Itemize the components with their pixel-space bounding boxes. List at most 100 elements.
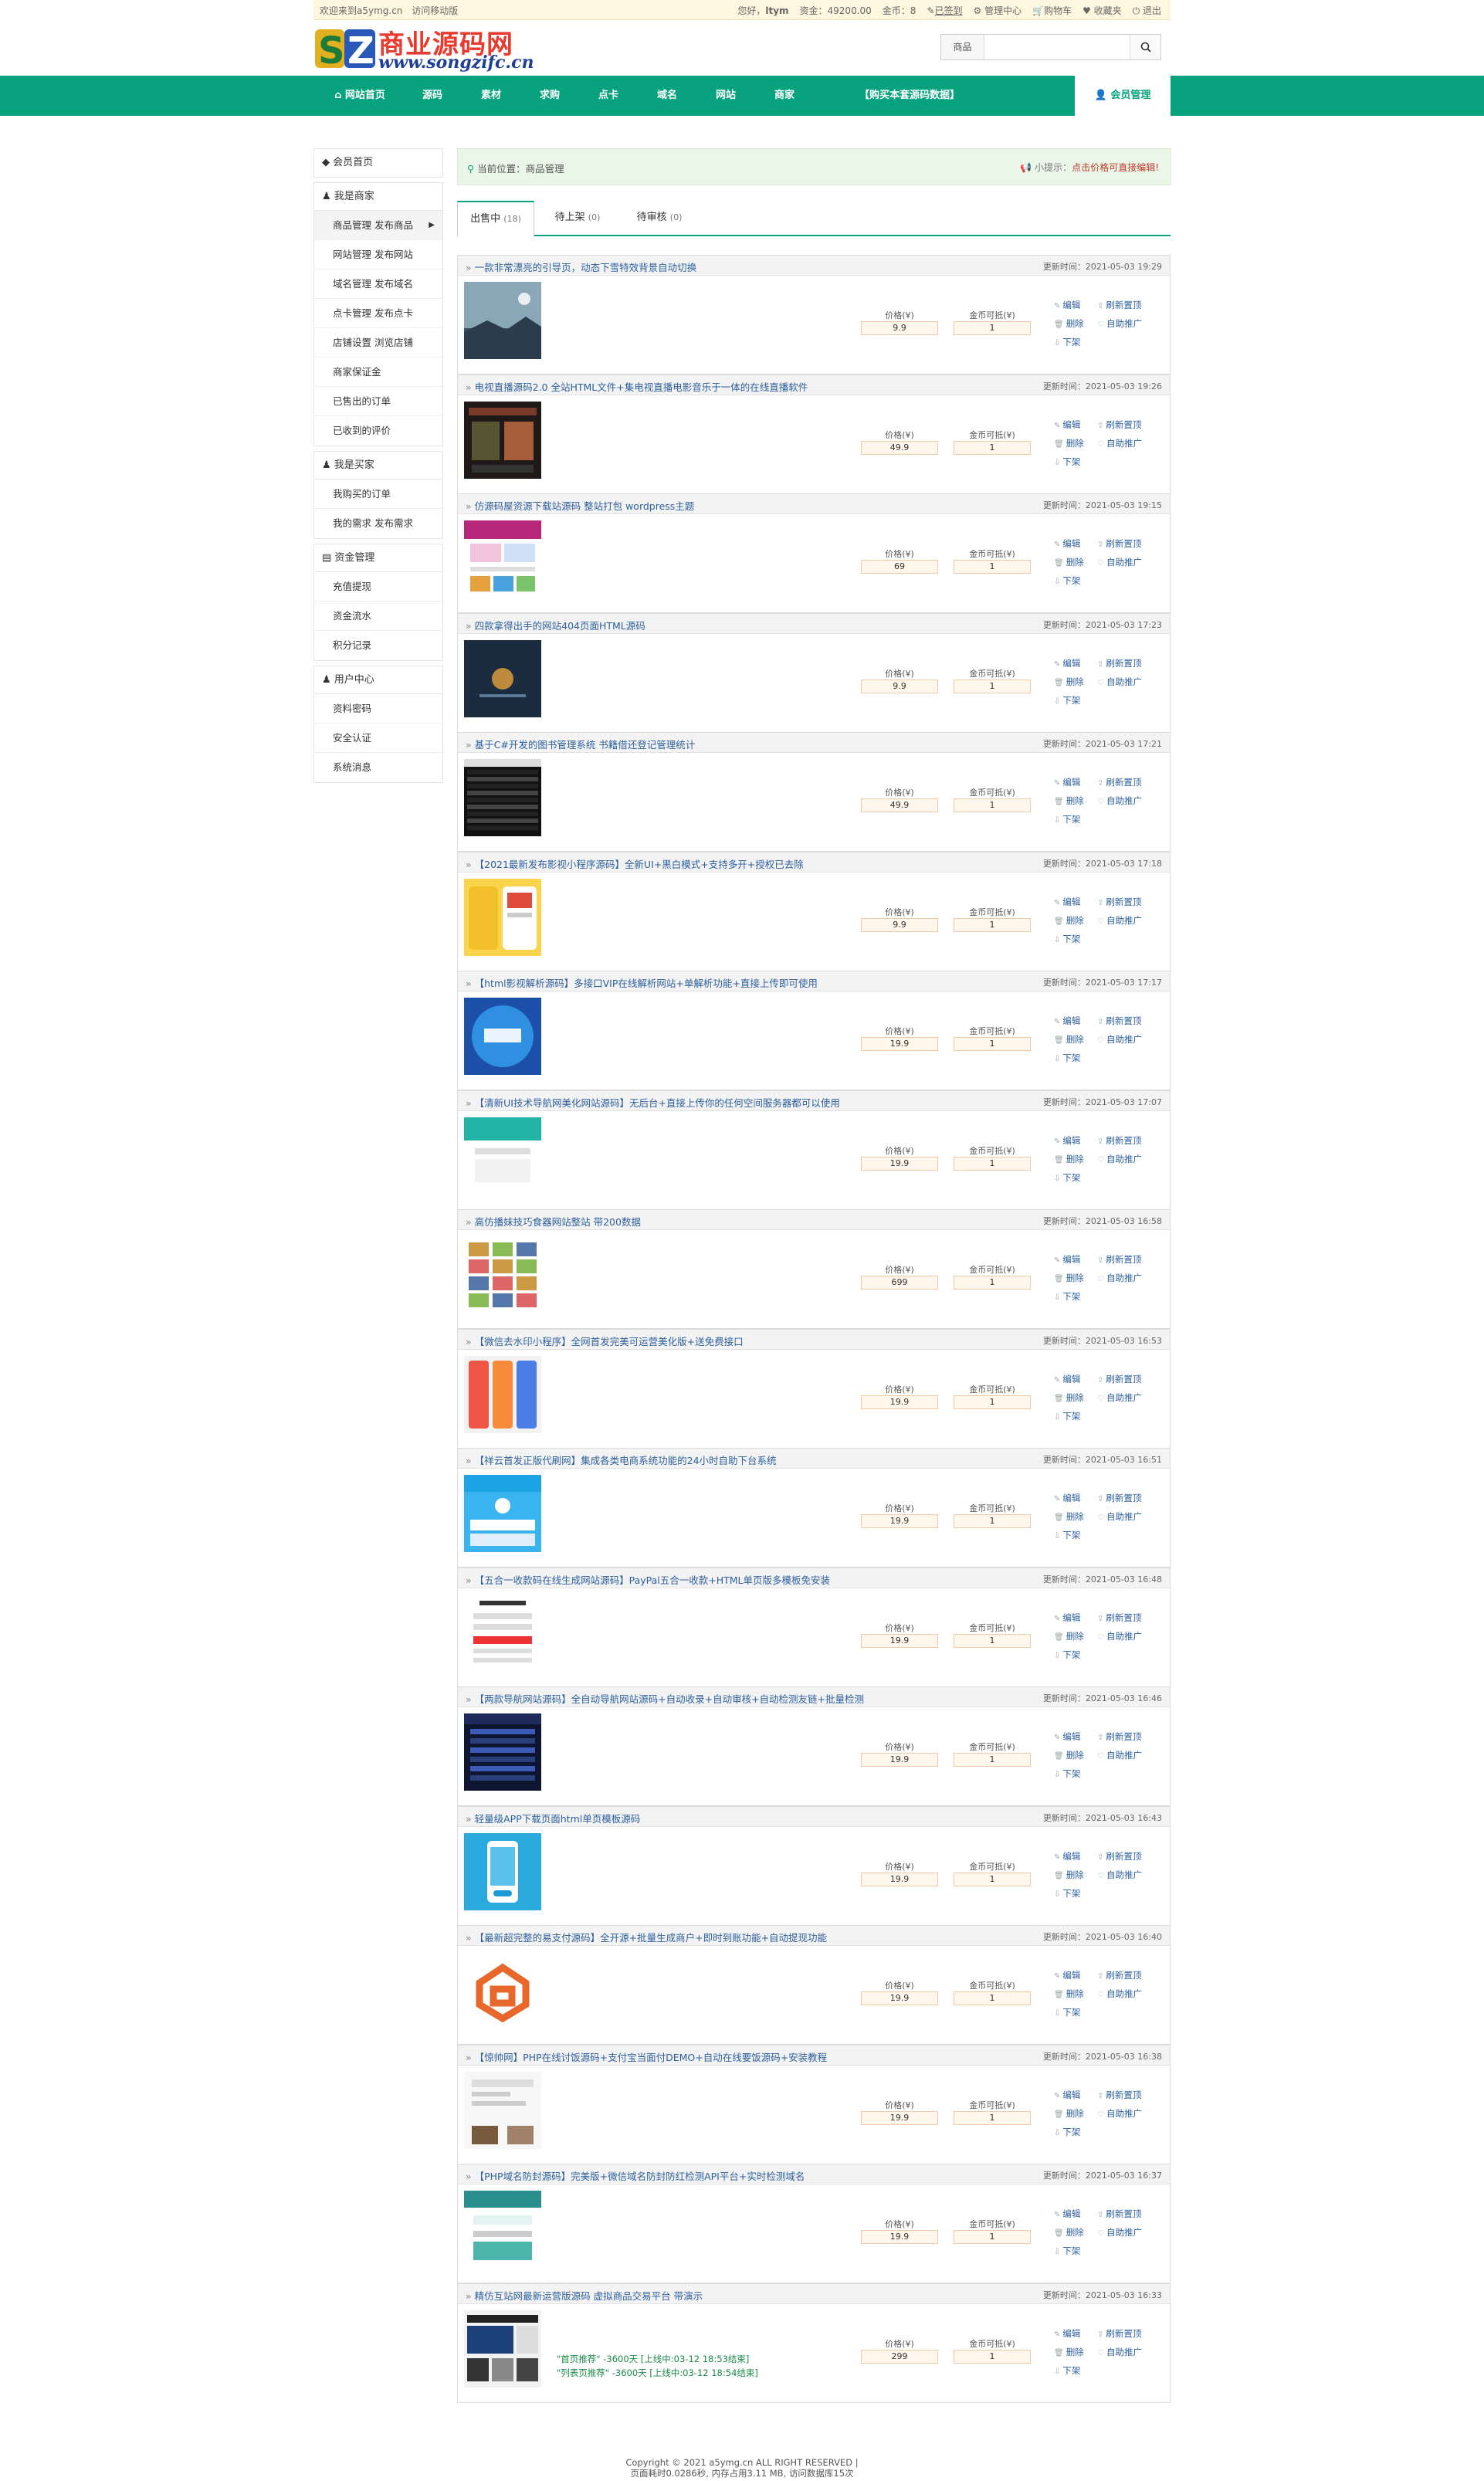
refresh-top-button[interactable]: ⇪ 刷新置顶 bbox=[1097, 1850, 1141, 1862]
refresh-top-button[interactable]: ⇪ 刷新置顶 bbox=[1097, 2089, 1141, 2101]
price-input[interactable]: 19.9 bbox=[861, 1633, 938, 1648]
product-thumbnail[interactable] bbox=[464, 1713, 541, 1791]
promote-button[interactable]: ♡ 自助推广 bbox=[1097, 2346, 1142, 2358]
product-thumbnail[interactable] bbox=[464, 759, 541, 836]
edit-button[interactable]: ✎ 编辑 bbox=[1054, 776, 1080, 788]
edit-button[interactable]: ✎ 编辑 bbox=[1054, 537, 1080, 550]
product-title-link[interactable]: » 仿源码屋资源下载站源码 整站打包 wordpress主题 bbox=[466, 498, 694, 513]
offshelf-button[interactable]: ⇩ 下架 bbox=[1054, 813, 1080, 825]
product-title-link[interactable]: » 【祥云首发正版代刷网】集成各类电商系统功能的24小时自助下台系统 bbox=[466, 1452, 777, 1467]
username[interactable]: ltym bbox=[765, 5, 788, 16]
product-title-link[interactable]: » 基于C#开发的图书管理系统 书籍借还登记管理统计 bbox=[466, 737, 695, 751]
cart-link[interactable]: 🛒购物车 bbox=[1032, 4, 1072, 17]
product-title-link[interactable]: » 【最新超完整的易支付源码】全开源+批量生成商户+即时到账功能+自动提现功能 bbox=[466, 1930, 827, 1944]
delete-button[interactable]: 🗑 删除 bbox=[1054, 795, 1084, 807]
refresh-top-button[interactable]: ⇪ 刷新置顶 bbox=[1097, 776, 1141, 788]
refresh-top-button[interactable]: ⇪ 刷新置顶 bbox=[1097, 896, 1141, 908]
offshelf-button[interactable]: ⇩ 下架 bbox=[1054, 1887, 1080, 1900]
sidebar-home[interactable]: ◆ 会员首页 bbox=[314, 149, 442, 177]
logout-link[interactable]: ⏻ 退出 bbox=[1133, 4, 1161, 17]
delete-button[interactable]: 🗑 删除 bbox=[1054, 1510, 1084, 1523]
nav-item-card[interactable]: 点卡 bbox=[585, 76, 632, 116]
promote-button[interactable]: ♡ 自助推广 bbox=[1097, 1033, 1142, 1046]
price-input[interactable]: 69 bbox=[861, 560, 938, 574]
edit-button[interactable]: ✎ 编辑 bbox=[1054, 2208, 1080, 2220]
sidebar-item-my-needs[interactable]: 我的需求 发布需求 bbox=[314, 509, 442, 538]
sidebar-item-fund-log[interactable]: 资金流水 bbox=[314, 602, 442, 631]
tab-on-sale[interactable]: 出售中 (18) bbox=[457, 201, 534, 238]
edit-button[interactable]: ✎ 编辑 bbox=[1054, 1850, 1080, 1862]
coin-input[interactable]: 1 bbox=[954, 798, 1031, 812]
refresh-top-button[interactable]: ⇪ 刷新置顶 bbox=[1097, 299, 1141, 311]
search-category-select[interactable]: 商品 bbox=[941, 35, 984, 59]
delete-button[interactable]: 🗑 删除 bbox=[1054, 317, 1084, 330]
product-title-link[interactable]: » 电视直播源码2.0 全站HTML文件+集电视直播电影音乐于一体的在线直播软件 bbox=[466, 379, 808, 394]
promote-button[interactable]: ♡ 自助推广 bbox=[1097, 437, 1142, 449]
coin-input[interactable]: 1 bbox=[954, 1872, 1031, 1886]
product-title-link[interactable]: » 【清新UI技术导航网美化网站源码】无后台+直接上传你的任何空间服务器都可以使… bbox=[466, 1095, 840, 1110]
coin-input[interactable]: 1 bbox=[954, 1514, 1031, 1528]
promote-button[interactable]: ♡ 自助推广 bbox=[1097, 1391, 1142, 1404]
promote-button[interactable]: ♡ 自助推广 bbox=[1097, 556, 1142, 568]
coin-input[interactable]: 1 bbox=[954, 679, 1031, 693]
sidebar-item-security[interactable]: 安全认证 bbox=[314, 724, 442, 753]
product-title-link[interactable]: » 【2021最新发布影视小程序源码】全新UI+黑白模式+支持多开+授权已去除 bbox=[466, 856, 804, 871]
price-input[interactable]: 49.9 bbox=[861, 440, 938, 455]
delete-button[interactable]: 🗑 删除 bbox=[1054, 437, 1084, 449]
offshelf-button[interactable]: ⇩ 下架 bbox=[1054, 2006, 1080, 2018]
delete-button[interactable]: 🗑 删除 bbox=[1054, 1988, 1084, 2000]
product-thumbnail[interactable] bbox=[464, 1832, 541, 1910]
delete-button[interactable]: 🗑 删除 bbox=[1054, 2346, 1084, 2358]
offshelf-button[interactable]: ⇩ 下架 bbox=[1054, 1052, 1080, 1064]
coin-input[interactable]: 1 bbox=[954, 440, 1031, 455]
price-input[interactable]: 19.9 bbox=[861, 2110, 938, 2125]
refresh-top-button[interactable]: ⇪ 刷新置顶 bbox=[1097, 537, 1141, 550]
refresh-top-button[interactable]: ⇪ 刷新置顶 bbox=[1097, 1730, 1141, 1743]
search-input[interactable] bbox=[984, 35, 1130, 59]
offshelf-button[interactable]: ⇩ 下架 bbox=[1054, 1529, 1080, 1541]
price-input[interactable]: 19.9 bbox=[861, 1753, 938, 1767]
delete-button[interactable]: 🗑 删除 bbox=[1054, 556, 1084, 568]
edit-button[interactable]: ✎ 编辑 bbox=[1054, 419, 1080, 431]
sidebar-item-deposit[interactable]: 商家保证金 bbox=[314, 358, 442, 387]
product-thumbnail[interactable] bbox=[464, 2071, 541, 2149]
tab-pending-shelf[interactable]: 待上架 (0) bbox=[539, 201, 616, 236]
nav-item-website[interactable]: 网站 bbox=[703, 76, 749, 116]
refresh-top-button[interactable]: ⇪ 刷新置顶 bbox=[1097, 1373, 1141, 1385]
product-title-link[interactable]: » 【两款导航网站源码】全自动导航网站源码+自动收录+自动审核+自动检测友链+批… bbox=[466, 1691, 864, 1706]
favorites-link[interactable]: ♥ 收藏夹 bbox=[1083, 4, 1122, 17]
product-thumbnail[interactable] bbox=[464, 2310, 541, 2388]
coin-input[interactable]: 1 bbox=[954, 1633, 1031, 1648]
nav-item-source[interactable]: 源码 bbox=[409, 76, 456, 116]
delete-button[interactable]: 🗑 删除 bbox=[1054, 676, 1084, 688]
refresh-top-button[interactable]: ⇪ 刷新置顶 bbox=[1097, 2208, 1141, 2220]
coin-input[interactable]: 1 bbox=[954, 2110, 1031, 2125]
refresh-top-button[interactable]: ⇪ 刷新置顶 bbox=[1097, 1134, 1141, 1147]
offshelf-button[interactable]: ⇩ 下架 bbox=[1054, 933, 1080, 945]
price-input[interactable]: 9.9 bbox=[861, 321, 938, 335]
delete-button[interactable]: 🗑 删除 bbox=[1054, 1749, 1084, 1761]
coin-input[interactable]: 1 bbox=[954, 560, 1031, 574]
offshelf-button[interactable]: ⇩ 下架 bbox=[1054, 1171, 1080, 1184]
promote-button[interactable]: ♡ 自助推广 bbox=[1097, 1272, 1142, 1284]
price-input[interactable]: 19.9 bbox=[861, 1037, 938, 1051]
edit-button[interactable]: ✎ 编辑 bbox=[1054, 299, 1080, 311]
delete-button[interactable]: 🗑 删除 bbox=[1054, 2226, 1084, 2239]
promote-button[interactable]: ♡ 自助推广 bbox=[1097, 317, 1142, 330]
coin-input[interactable]: 1 bbox=[954, 1395, 1031, 1409]
product-title-link[interactable]: » 【惊帅网】PHP在线讨饭源码+支付宝当面付DEMO+自动在线要饭源码+安装教… bbox=[466, 2049, 827, 2064]
coin-input[interactable]: 1 bbox=[954, 1753, 1031, 1767]
signed-link[interactable]: ✎已签到 bbox=[927, 4, 962, 17]
sidebar-item-sites[interactable]: 网站管理 发布网站 bbox=[314, 240, 442, 269]
product-thumbnail[interactable] bbox=[464, 1117, 541, 1195]
edit-button[interactable]: ✎ 编辑 bbox=[1054, 1253, 1080, 1266]
edit-button[interactable]: ✎ 编辑 bbox=[1054, 2089, 1080, 2101]
product-title-link[interactable]: » 一款非常漂亮的引导页，动态下雪特效背景自动切换 bbox=[466, 259, 696, 274]
nav-item-material[interactable]: 素材 bbox=[468, 76, 514, 116]
coin-input[interactable]: 1 bbox=[954, 1276, 1031, 1290]
product-thumbnail[interactable] bbox=[464, 401, 541, 479]
price-input[interactable]: 19.9 bbox=[861, 1156, 938, 1171]
price-input[interactable]: 19.9 bbox=[861, 1991, 938, 2005]
nav-item-wanted[interactable]: 求购 bbox=[527, 76, 573, 116]
refresh-top-button[interactable]: ⇪ 刷新置顶 bbox=[1097, 419, 1141, 431]
